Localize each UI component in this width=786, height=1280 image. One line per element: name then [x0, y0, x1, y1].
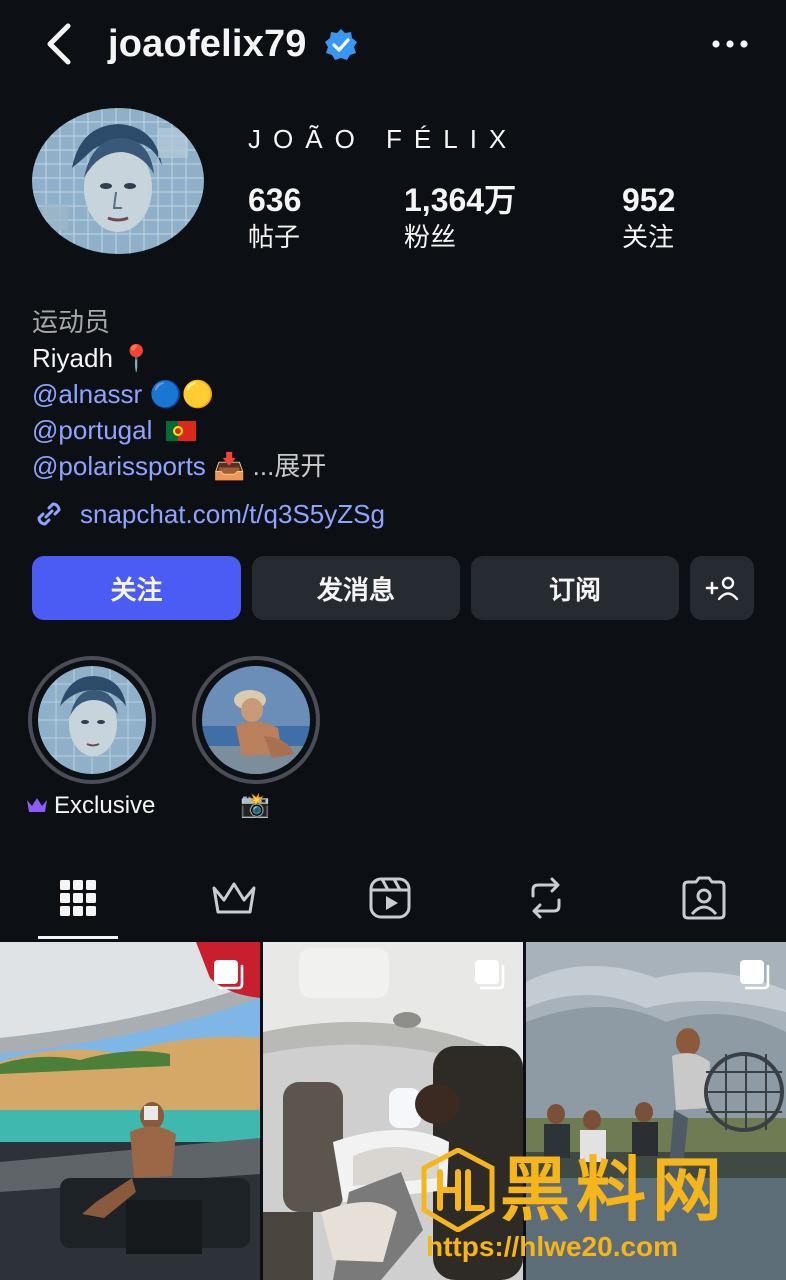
active-tab-indicator: [38, 936, 118, 939]
profile-tabs: [0, 856, 786, 940]
top-bar: joaofelix79: [0, 0, 786, 88]
profile-username: joaofelix79: [108, 23, 307, 65]
expand-ellipsis: ...: [252, 451, 275, 481]
mention-link[interactable]: @portugal: [32, 415, 152, 445]
site-watermark: 黑料网 https://hlwe20.com: [420, 1148, 760, 1268]
bio-expand-link[interactable]: 展开: [274, 451, 326, 481]
profile-avatar[interactable]: [32, 108, 204, 254]
more-options-button[interactable]: [706, 26, 754, 62]
tagged-person-icon: [682, 876, 726, 920]
external-link-text: snapchat.com/t/q3S5yZSg: [80, 498, 385, 529]
more-horizontal-icon: [712, 40, 748, 48]
post-thumbnail-yacht[interactable]: [0, 942, 260, 1280]
stat-following[interactable]: 952 关注: [622, 180, 675, 254]
portugal-flag-icon: [165, 421, 196, 441]
bio-category: 运动员: [32, 307, 111, 337]
crown-icon: [27, 798, 47, 812]
highlight-label-text: Exclusive: [54, 792, 156, 819]
crown-icon: [212, 882, 256, 914]
message-button[interactable]: 发消息: [252, 556, 460, 620]
mention-emoji: 📥: [213, 451, 246, 481]
grid-icon: [60, 880, 96, 916]
multi-photo-icon: [214, 960, 244, 990]
tab-exclusive[interactable]: [194, 872, 274, 924]
stat-posts[interactable]: 636 帖子: [248, 180, 301, 254]
tab-tagged[interactable]: [664, 872, 744, 924]
stat-followers-value: 1,364万: [404, 182, 517, 218]
stat-following-label: 关注: [622, 222, 675, 252]
bio-mention-row: @alnassr 🔵🟡: [32, 376, 732, 412]
bio-mention-row: @portugal: [32, 412, 732, 448]
repost-icon: [531, 877, 561, 919]
chevron-left-icon: [47, 23, 71, 65]
stat-posts-label: 帖子: [248, 222, 301, 252]
external-link[interactable]: snapchat.com/t/q3S5yZSg: [32, 494, 385, 534]
mention-link[interactable]: @polarissports: [32, 451, 206, 481]
bio-mention-row: @polarissports 📥 ...展开: [32, 448, 732, 484]
highlight-exclusive-label: Exclusive: [26, 790, 155, 822]
mention-link[interactable]: @alnassr: [32, 379, 142, 409]
hl-logo-icon: [421, 1148, 495, 1232]
suggest-people-button[interactable]: [690, 556, 754, 620]
follow-button[interactable]: 关注: [32, 556, 241, 620]
verified-badge-icon: [324, 28, 358, 62]
subscribe-button[interactable]: 订阅: [471, 556, 679, 620]
tab-reposts[interactable]: [506, 872, 586, 924]
multi-photo-icon: [740, 960, 770, 990]
stat-followers-label: 粉丝: [404, 222, 457, 252]
reels-icon: [369, 877, 411, 919]
tab-posts[interactable]: [38, 872, 118, 924]
highlight-camera-label: 📸: [240, 792, 270, 819]
profile-bio: 运动员 Riyadh 📍 @alnassr 🔵🟡 @portugal @pola…: [32, 304, 732, 484]
add-person-icon: [705, 576, 739, 601]
stat-following-value: 952: [622, 182, 676, 218]
bio-location: Riyadh 📍: [32, 343, 153, 373]
highlight-camera[interactable]: [192, 656, 320, 784]
back-button[interactable]: [40, 20, 84, 68]
highlight-exclusive[interactable]: [28, 656, 156, 784]
mention-emoji: 🔵🟡: [149, 379, 215, 409]
stat-followers[interactable]: 1,364万 粉丝: [404, 180, 516, 254]
tab-reels[interactable]: [350, 872, 430, 924]
profile-display-name: JOÃO FÉLIX: [248, 124, 519, 154]
multi-photo-icon: [475, 960, 505, 990]
watermark-url: https://hlwe20.com: [426, 1231, 679, 1262]
link-icon: [37, 502, 61, 526]
stat-posts-value: 636: [248, 182, 302, 218]
watermark-text: 黑料网: [500, 1151, 728, 1229]
